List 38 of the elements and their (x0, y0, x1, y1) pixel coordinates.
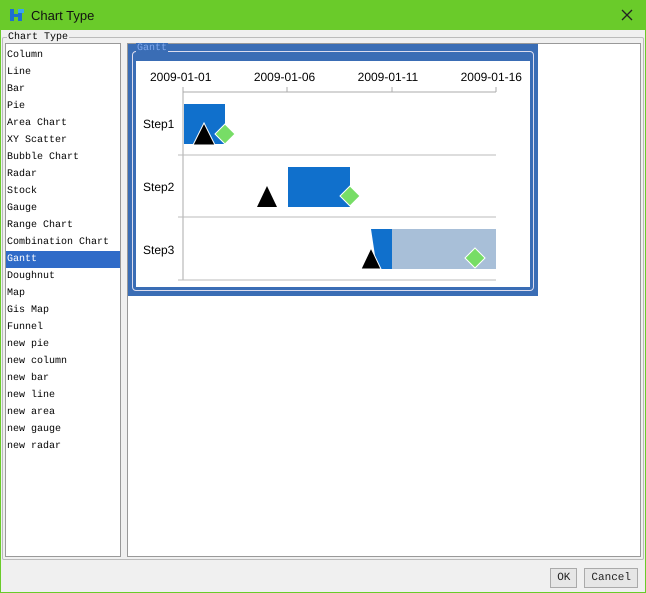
close-icon[interactable] (621, 9, 633, 21)
step-label: Step3 (143, 242, 176, 258)
chart-type-item[interactable]: new pie (6, 336, 120, 353)
date-label: 2009-01-16 (460, 69, 522, 86)
date-label: 2009-01-06 (254, 69, 316, 86)
chart-type-item[interactable]: Doughnut (6, 268, 120, 285)
chart-type-item[interactable]: new bar (6, 370, 120, 387)
chart-type-item[interactable]: Line (6, 64, 120, 81)
chart-type-item[interactable]: Area Chart (6, 115, 120, 132)
date-label: 2009-01-01 (150, 69, 212, 86)
chart-type-item[interactable]: XY Scatter (6, 132, 120, 149)
chart-type-item[interactable]: Gis Map (6, 302, 120, 319)
chart-type-item[interactable]: Funnel (6, 319, 120, 336)
preview-title: Gantt (136, 43, 168, 55)
ok-button[interactable]: OK (550, 568, 578, 588)
chart-type-item[interactable]: Gantt (6, 251, 120, 268)
chart-type-item[interactable]: Bubble Chart (6, 149, 120, 166)
cancel-button[interactable]: Cancel (584, 568, 638, 588)
chart-type-item[interactable]: Combination Chart (6, 234, 120, 251)
chart-type-item[interactable]: Map (6, 285, 120, 302)
chart-type-item[interactable]: new radar (6, 438, 120, 455)
chart-type-item[interactable]: Column (6, 47, 120, 64)
group-label: Chart Type (7, 32, 70, 43)
window-title: Chart Type (31, 8, 96, 22)
chart-type-item[interactable]: Range Chart (6, 217, 120, 234)
chart-type-item[interactable]: Bar (6, 81, 120, 98)
app-logo-icon (9, 7, 25, 23)
chart-type-item[interactable]: new area (6, 404, 120, 421)
step-label: Step2 (143, 178, 176, 194)
chart-type-item[interactable]: new gauge (6, 421, 120, 438)
step-label: Step1 (143, 116, 176, 132)
chart-type-item[interactable]: Stock (6, 183, 120, 200)
chart-type-item[interactable]: new column (6, 353, 120, 370)
chart-type-item[interactable]: Gauge (6, 200, 120, 217)
date-label: 2009-01-11 (358, 69, 418, 86)
chart-type-item[interactable]: Pie (6, 98, 120, 115)
chart-type-item[interactable]: Radar (6, 166, 120, 183)
chart-type-item[interactable]: new line (6, 387, 120, 404)
